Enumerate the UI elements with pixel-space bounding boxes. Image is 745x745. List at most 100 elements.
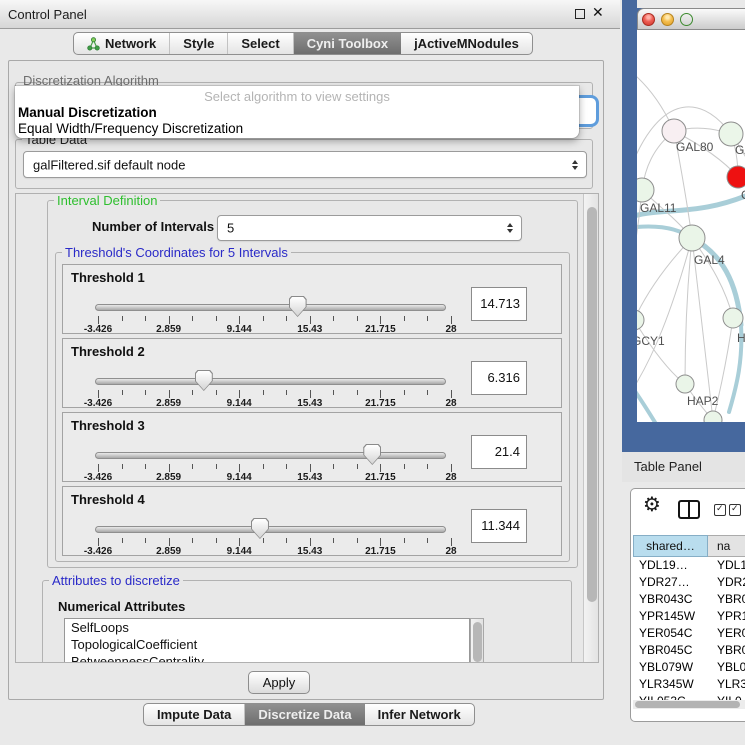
slider-tick: [169, 538, 170, 546]
column-header-shared-name[interactable]: shared…: [633, 535, 708, 557]
network-node-gal4[interactable]: [679, 225, 705, 251]
table-row[interactable]: YLR345WYLR3: [631, 676, 745, 693]
slider-tick: [98, 538, 99, 546]
settings-scrollbar[interactable]: [583, 194, 599, 663]
slider-tick: [286, 538, 287, 543]
cell-shared-name: YDL19…: [639, 558, 688, 572]
tab-impute-data[interactable]: Impute Data: [144, 704, 245, 725]
network-node-label: H: [737, 331, 745, 345]
scrollbar-thumb[interactable]: [473, 622, 482, 662]
slider-tick: [333, 390, 334, 395]
scrollbar-thumb[interactable]: [635, 701, 740, 708]
numerical-attributes-list[interactable]: SelfLoopsTopologicalCoefficientBetweenne…: [64, 618, 470, 663]
settings-gear-icon[interactable]: ⚙: [643, 495, 661, 515]
tab-label: jActiveMNodules: [414, 36, 519, 51]
threshold-value-field[interactable]: 14.713: [471, 287, 527, 321]
tab-select[interactable]: Select: [228, 33, 293, 54]
table-row[interactable]: YBR045CYBR0: [631, 642, 745, 659]
threshold-value-field[interactable]: 6.316: [471, 361, 527, 395]
split-columns-icon[interactable]: [678, 500, 700, 519]
network-window-titlebar[interactable]: [637, 8, 745, 30]
threshold-value-field[interactable]: 21.4: [471, 435, 527, 469]
slider-tick-label: 9.144: [216, 546, 262, 557]
tab-label: Network: [105, 36, 156, 51]
attributes-group-title: Attributes to discretize: [49, 573, 183, 588]
top-tab-bar: Network Style Select Cyni Toolbox jActiveMNo…: [73, 32, 533, 55]
slider-tick-label: 21.715: [357, 398, 403, 409]
threshold-label: Threshold 3: [71, 418, 145, 433]
slider-track[interactable]: [95, 526, 446, 533]
attributes-list-scrollbar[interactable]: [470, 618, 484, 663]
checkbox-icon[interactable]: [714, 504, 726, 516]
slider-thumb[interactable]: [363, 444, 381, 465]
stepper-arrows-icon: [572, 160, 578, 170]
slider-tick-label: 2.859: [146, 546, 192, 557]
dropdown-option-equal-width-frequency[interactable]: Equal Width/Frequency Discretization: [18, 121, 243, 136]
slider-thumb[interactable]: [251, 518, 269, 539]
tab-label: Select: [241, 36, 279, 51]
table-row[interactable]: YDL19… YDL1: [631, 557, 745, 574]
attribute-list-item[interactable]: TopologicalCoefficient: [65, 636, 469, 653]
network-edge[interactable]: [637, 380, 667, 422]
slider-tick-label: 2.859: [146, 324, 192, 335]
network-node-c[interactable]: [727, 166, 745, 188]
slider-tick: [380, 390, 381, 398]
minimize-traffic-light-icon[interactable]: [661, 13, 674, 26]
network-edge[interactable]: [637, 320, 685, 384]
slider-track[interactable]: [95, 304, 446, 311]
num-intervals-combobox[interactable]: 5: [217, 215, 522, 241]
checkbox-icon[interactable]: [729, 504, 741, 516]
tab-network[interactable]: Network: [74, 33, 170, 54]
slider-tick-label: 15.43: [287, 398, 333, 409]
table-row[interactable]: YBR043C YBR0: [631, 591, 745, 608]
cell-name: YBR0: [717, 592, 745, 606]
attribute-list-item[interactable]: SelfLoops: [65, 619, 469, 636]
tab-discretize-data[interactable]: Discretize Data: [245, 704, 364, 725]
cell-name: YLR3: [717, 677, 745, 691]
slider-thumb[interactable]: [289, 296, 307, 317]
table-row[interactable]: YPR145WYPR1: [631, 608, 745, 625]
network-node-gcy1[interactable]: [637, 310, 644, 330]
slider-tick: [380, 316, 381, 324]
network-canvas[interactable]: GAL80GACGAL11GAL4GCY1HHAP2: [637, 30, 745, 422]
float-window-icon[interactable]: [575, 9, 585, 19]
tab-style[interactable]: Style: [170, 33, 228, 54]
slider-tick: [122, 316, 123, 321]
table-horizontal-scrollbar[interactable]: [633, 700, 745, 709]
zoom-traffic-light-icon[interactable]: [680, 13, 693, 26]
apply-button[interactable]: Apply: [248, 671, 310, 694]
network-node-hap2[interactable]: [676, 375, 694, 393]
table-row[interactable]: YIL053CYIL0: [631, 693, 745, 700]
table-rows: YDL19… YDL1 YDR27…YDR2YBR043C YBR0 YPR145WYP…: [631, 557, 745, 700]
cell-name: YDL1: [717, 558, 745, 572]
slider-thumb[interactable]: [195, 370, 213, 391]
network-edge[interactable]: [637, 238, 692, 398]
network-node-label: GA: [735, 143, 745, 157]
table-row[interactable]: YDR27…YDR2: [631, 574, 745, 591]
scrollbar-thumb[interactable]: [587, 207, 597, 602]
tab-jactivemnodules[interactable]: jActiveMNodules: [401, 33, 532, 54]
tab-cyni-toolbox[interactable]: Cyni Toolbox: [294, 33, 401, 54]
slider-tick: [333, 464, 334, 469]
table-data-combobox[interactable]: galFiltered.sif default node: [23, 151, 587, 178]
slider-tick: [333, 316, 334, 321]
slider-tick: [380, 464, 381, 472]
cell-shared-name: YBR043C: [639, 592, 692, 606]
slider-tick: [404, 464, 405, 469]
close-traffic-light-icon[interactable]: [642, 13, 655, 26]
table-row[interactable]: YBL079WYBL0: [631, 659, 745, 676]
slider-track[interactable]: [95, 378, 446, 385]
slider-track[interactable]: [95, 452, 446, 459]
attribute-list-item[interactable]: BetweennessCentrality: [65, 653, 469, 663]
slider-tick: [145, 316, 146, 321]
dropdown-option-manual-discretization[interactable]: Manual Discretization: [18, 105, 157, 120]
close-icon[interactable]: ✕: [592, 5, 604, 19]
network-edge[interactable]: [637, 238, 692, 320]
cell-name: YER0: [717, 626, 745, 640]
column-header-name[interactable]: na: [708, 535, 745, 557]
cell-name: YPR1: [717, 609, 745, 623]
network-node-h[interactable]: [723, 308, 743, 328]
tab-infer-network[interactable]: Infer Network: [365, 704, 474, 725]
threshold-value-field[interactable]: 11.344: [471, 509, 527, 543]
table-row[interactable]: YER054CYER0: [631, 625, 745, 642]
